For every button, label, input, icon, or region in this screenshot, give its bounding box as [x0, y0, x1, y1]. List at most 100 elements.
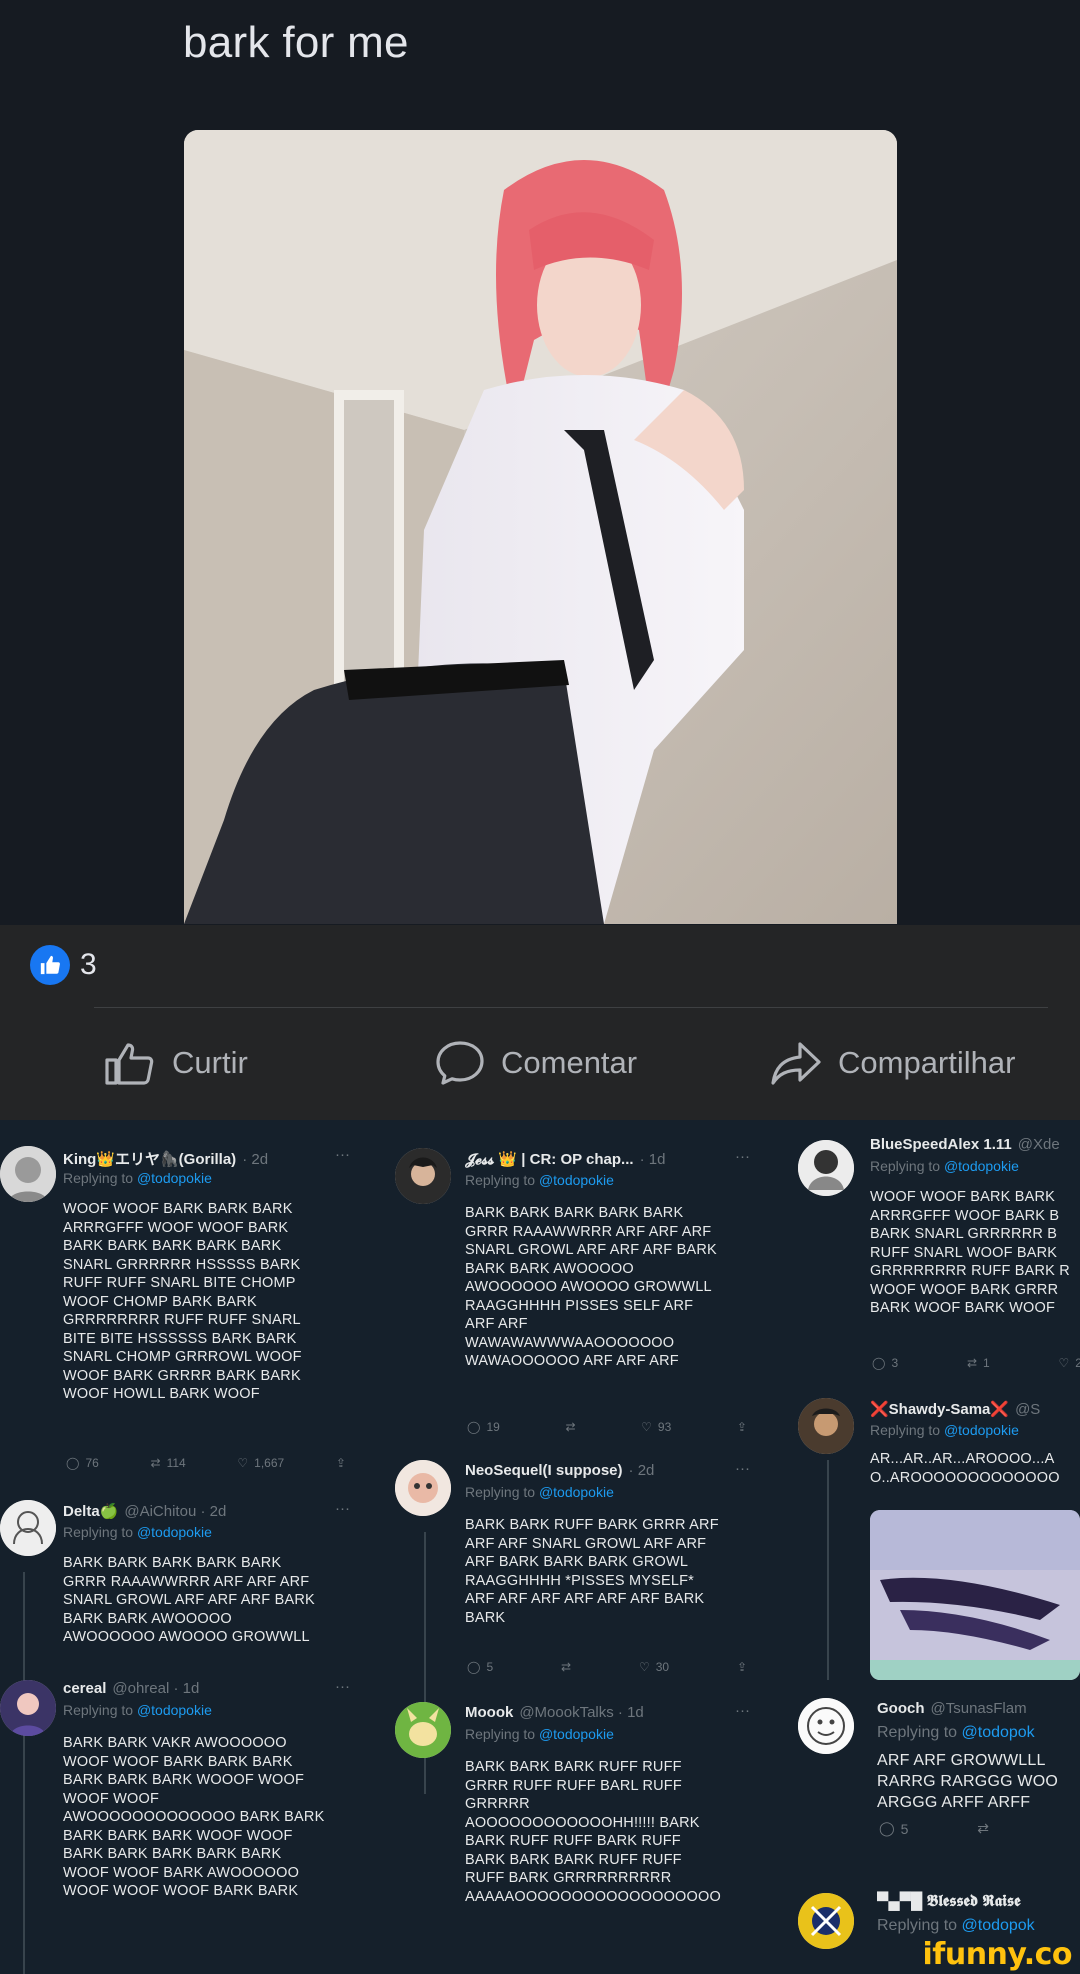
reply-count[interactable]: ◯ 5 [467, 1660, 493, 1674]
tweet-text: WOOF WOOF BARK BARK ARRRGFFF WOOF BARK B… [870, 1189, 1070, 1316]
tweet-stats: ◯ 19 ⇄ ♡ 93 ⇪ [467, 1420, 747, 1434]
replying-to: Replying to @todopokie [63, 1702, 212, 1718]
share-tweet[interactable]: ⇪ [737, 1660, 747, 1674]
comment-button[interactable]: Comentar [435, 1040, 637, 1086]
tweet-text: AR...AR..AR...AROOOO...A O..AROOOOOOOOOO… [870, 1451, 1060, 1486]
tweet-author[interactable]: NeoSequel(I suppose) · 2d [465, 1462, 654, 1479]
more-icon[interactable]: ··· [735, 1460, 750, 1477]
mention-link[interactable]: @todopokie [539, 1726, 614, 1742]
more-icon[interactable]: ··· [735, 1148, 750, 1165]
tweet-reply[interactable]: Gooch @TsunasFlam Replying to @todopok AR… [795, 1698, 1080, 1868]
thumbs-up-icon [104, 1040, 156, 1086]
heart-icon: ♡ [237, 1456, 249, 1470]
like-button[interactable]: Curtir [104, 1040, 248, 1086]
avatar[interactable] [395, 1702, 451, 1758]
mention-link[interactable]: @todopokie [137, 1170, 212, 1186]
actions-divider [94, 1007, 1048, 1008]
more-icon[interactable]: ··· [335, 1500, 350, 1517]
share-tweet[interactable]: ⇪ [737, 1420, 747, 1434]
retweet-count[interactable]: ⇄ [977, 1820, 989, 1837]
post-title: bark for me [183, 18, 409, 67]
replying-to: Replying to @todopokie [465, 1172, 614, 1188]
like-count[interactable]: ♡ 1,667 [237, 1456, 284, 1470]
reply-count[interactable]: ◯ 76 [66, 1456, 99, 1470]
reply-count[interactable]: ◯ 19 [467, 1420, 500, 1434]
mention-link[interactable]: @todopokie [944, 1422, 1019, 1438]
mention-link[interactable]: @todopokie [137, 1524, 212, 1540]
tweet-author[interactable]: 𝓙𝓮𝓼𝓼 👑 | CR: OP chap... · 1d [465, 1150, 665, 1168]
reaction-summary[interactable]: 3 [30, 945, 97, 985]
retweet-count[interactable]: ⇄ [561, 1660, 571, 1674]
avatar[interactable] [798, 1140, 854, 1196]
like-count[interactable]: ♡ 30 [639, 1660, 669, 1674]
watermark: ifunny.co [922, 1937, 1073, 1972]
share-tweet[interactable]: ⇪ [336, 1456, 346, 1470]
avatar[interactable] [0, 1500, 56, 1556]
tweet-author[interactable]: ❌Shawdy-Sama❌ @S [870, 1400, 1040, 1418]
avatar[interactable] [0, 1146, 56, 1202]
like-count[interactable]: ♡ 2 [1059, 1356, 1080, 1370]
avatar[interactable] [0, 1680, 56, 1736]
mention-link[interactable]: @todopokie [539, 1484, 614, 1500]
tweet-text: BARK BARK VAKR AWOOOOOO WOOF WOOF BARK B… [63, 1735, 325, 1899]
retweet-count[interactable]: ⇄ [565, 1420, 575, 1434]
mention-link[interactable]: @todopokie [539, 1172, 614, 1188]
retweet-icon: ⇄ [977, 1820, 989, 1836]
tweet-author[interactable]: King👑エリヤ🦍(Gorilla) · 2d [63, 1148, 268, 1169]
mention-link[interactable]: @todopokie [137, 1702, 212, 1718]
tweet-text: BARK BARK BARK RUFF RUFF GRRR RUFF RUFF … [465, 1759, 721, 1905]
tweet-reply[interactable]: King👑エリヤ🦍(Gorilla) · 2d ··· Replying to @… [0, 1120, 380, 1480]
upload-icon: ⇪ [335, 1456, 346, 1470]
replying-to: Replying to @todopokie [870, 1158, 1019, 1174]
like-count[interactable]: ♡ 93 [641, 1420, 671, 1434]
tweet-text: WOOF WOOF BARK BARK BARK ARRRGFFF WOOF W… [63, 1201, 302, 1402]
tweet-author[interactable]: Gooch @TsunasFlam [877, 1700, 1027, 1717]
tweet-author[interactable]: ▀▄▀█ 𝕭𝖑𝖊𝖘𝖘𝖊𝖉 𝕽𝖆𝖎𝖘𝖊 [877, 1893, 1020, 1911]
tweet-stats: ◯ 3 ⇄ 1 ♡ 2 [872, 1356, 1080, 1370]
retweet-count[interactable]: ⇄ 114 [151, 1456, 186, 1470]
replying-to: Replying to @todopok [877, 1917, 1035, 1934]
tweet-text: BARK BARK RUFF BARK GRRR ARF ARF ARF SNA… [465, 1517, 719, 1626]
reply-icon: ◯ [879, 1820, 895, 1836]
post-actions: Curtir Comentar Compartilhar [0, 1040, 1080, 1090]
heart-icon: ♡ [641, 1420, 652, 1434]
retweet-count[interactable]: ⇄ 1 [967, 1356, 990, 1370]
mention-link[interactable]: @todopok [962, 1917, 1035, 1934]
retweet-icon: ⇄ [150, 1456, 161, 1470]
more-icon[interactable]: ··· [335, 1146, 350, 1163]
replying-to: Replying to @todopokie [465, 1484, 614, 1500]
post-photo[interactable] [184, 130, 897, 924]
tweet-image[interactable] [870, 1510, 1080, 1680]
tweet-author[interactable]: Moook @MoookTalks · 1d [465, 1704, 644, 1721]
replying-to: Replying to @todopokie [63, 1524, 212, 1540]
more-icon[interactable]: ··· [735, 1702, 750, 1719]
tweet-text: BARK BARK BARK BARK BARK GRRR RAAAWWRRR … [63, 1555, 315, 1645]
mention-link[interactable]: @todopokie [944, 1158, 1019, 1174]
tweet-reply[interactable]: 𝓙𝓮𝓼𝓼 👑 | CR: OP chap... · 1d ··· Replying… [395, 1120, 765, 1450]
tweet-text: ARF ARF GROWWLLL RARRG RARGGG WOO ARGGG … [877, 1752, 1058, 1811]
tweet-author[interactable]: cereal @ohreal · 1d [63, 1680, 199, 1697]
share-label: Compartilhar [838, 1045, 1016, 1080]
avatar[interactable] [798, 1893, 854, 1949]
heart-icon: ♡ [1058, 1356, 1070, 1370]
retweet-icon: ⇄ [966, 1356, 978, 1370]
tweet-reply[interactable]: cereal @ohreal · 1d ··· Replying to @todo… [0, 1678, 380, 1974]
avatar[interactable] [395, 1460, 451, 1516]
reply-icon: ◯ [467, 1660, 481, 1674]
reply-count[interactable]: ◯ 3 [872, 1356, 898, 1370]
tweet-author[interactable]: BlueSpeedAlex 1.11 @Xde [870, 1136, 1060, 1153]
tweet-author[interactable]: Delta🍏 @AiChitou · 2d [63, 1502, 226, 1520]
more-icon[interactable]: ··· [335, 1678, 350, 1695]
tweet-reply[interactable]: Moook @MoookTalks · 1d ··· Replying to @t… [395, 1702, 765, 1974]
tweet-reply[interactable]: ❌Shawdy-Sama❌ @S Replying to @todopokie A… [795, 1398, 1080, 1688]
avatar[interactable] [798, 1698, 854, 1754]
avatar[interactable] [395, 1148, 451, 1204]
like-reaction-icon [30, 945, 70, 985]
tweet-reply[interactable]: BlueSpeedAlex 1.11 @Xde Replying to @todo… [795, 1120, 1080, 1388]
avatar[interactable] [798, 1398, 854, 1454]
share-button[interactable]: Compartilhar [770, 1040, 1015, 1086]
mention-link[interactable]: @todopok [962, 1724, 1035, 1741]
reply-count[interactable]: ◯ 5 [879, 1820, 908, 1837]
reply-icon: ◯ [872, 1356, 886, 1370]
replying-to: Replying to @todopokie [870, 1422, 1019, 1438]
